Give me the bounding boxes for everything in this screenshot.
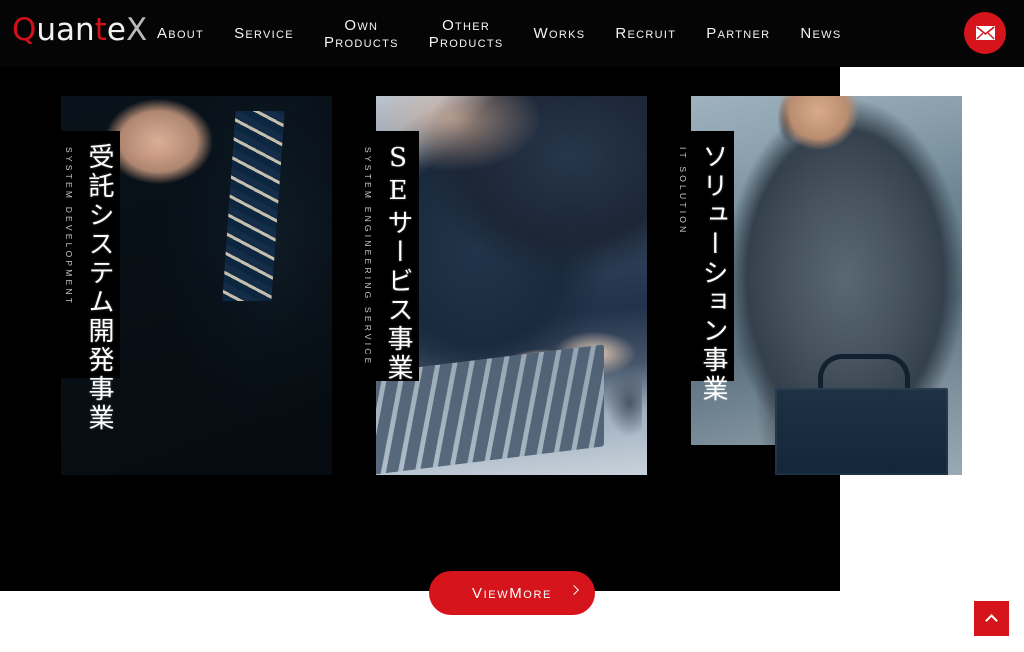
service-subtitle-en-2: SYSTEM ENGINEERING SERVICE — [363, 147, 373, 367]
page-root: QuanteX About Service Own Products Other… — [0, 0, 1024, 652]
view-more-label: ViewMore — [472, 584, 552, 602]
service-card-label-2: SEサービス事業 SYSTEM ENGINEERING SERVICE — [336, 131, 419, 383]
service-subtitle-en-3: IT SOLUTION — [678, 147, 688, 236]
nav-item-recruit[interactable]: Recruit — [600, 25, 691, 42]
nav-label-other: Other — [442, 16, 491, 34]
service-cards: 受託システム開発事業 SYSTEM DEVELOPMENT SEサービス事業 S… — [0, 0, 1024, 652]
logo-part-uan: uan — [36, 12, 95, 48]
nav-label-service: Service — [234, 25, 294, 42]
nav-label-own: Own — [344, 16, 379, 34]
logo-part-t: t — [94, 12, 107, 48]
nav-label-recruit: Recruit — [615, 25, 677, 42]
chevron-up-icon — [985, 613, 998, 627]
nav-label-works: Works — [533, 25, 586, 42]
photo-hand-detail — [484, 308, 642, 460]
photo-corner-mask — [691, 444, 775, 475]
site-logo[interactable]: QuanteX — [12, 13, 147, 47]
logo-part-q: Q — [12, 12, 37, 48]
service-card-label-1: 受託システム開発事業 SYSTEM DEVELOPMENT — [20, 131, 120, 433]
service-title-ja-3: ソリューション事業 — [698, 143, 728, 404]
nav-label-own-products: Products — [323, 33, 399, 51]
nav-label-partner: Partner — [706, 25, 771, 42]
logo-part-e: e — [106, 12, 126, 48]
nav-item-service[interactable]: Service — [219, 25, 309, 42]
nav-label-news: News — [800, 25, 842, 42]
service-subtitle-en-1: SYSTEM DEVELOPMENT — [64, 147, 74, 307]
view-more-button[interactable]: ViewMore — [429, 571, 595, 615]
service-title-ja-2: SEサービス事業 — [383, 143, 413, 383]
nav-label-about: About — [157, 25, 205, 42]
scroll-to-top-button[interactable] — [974, 601, 1009, 636]
service-card-label-3: ソリューション事業 IT SOLUTION — [659, 131, 734, 404]
nav-item-own-products[interactable]: Own Products — [309, 17, 414, 51]
site-header: QuanteX About Service Own Products Other… — [0, 0, 1024, 67]
main-navigation: About Service Own Products Other Product… — [142, 0, 857, 67]
photo-briefcase-handle — [818, 353, 911, 396]
service-title-ja-1: 受託システム開発事業 — [84, 143, 114, 433]
nav-item-works[interactable]: Works — [519, 25, 601, 42]
nav-item-news[interactable]: News — [785, 25, 856, 42]
mail-icon — [975, 26, 995, 40]
nav-item-partner[interactable]: Partner — [691, 25, 785, 42]
nav-label-other-products: Products — [428, 33, 504, 51]
nav-item-about[interactable]: About — [142, 25, 219, 42]
nav-item-other-products[interactable]: Other Products — [414, 17, 519, 51]
chevron-right-icon — [569, 585, 579, 595]
contact-button[interactable] — [964, 12, 1006, 54]
